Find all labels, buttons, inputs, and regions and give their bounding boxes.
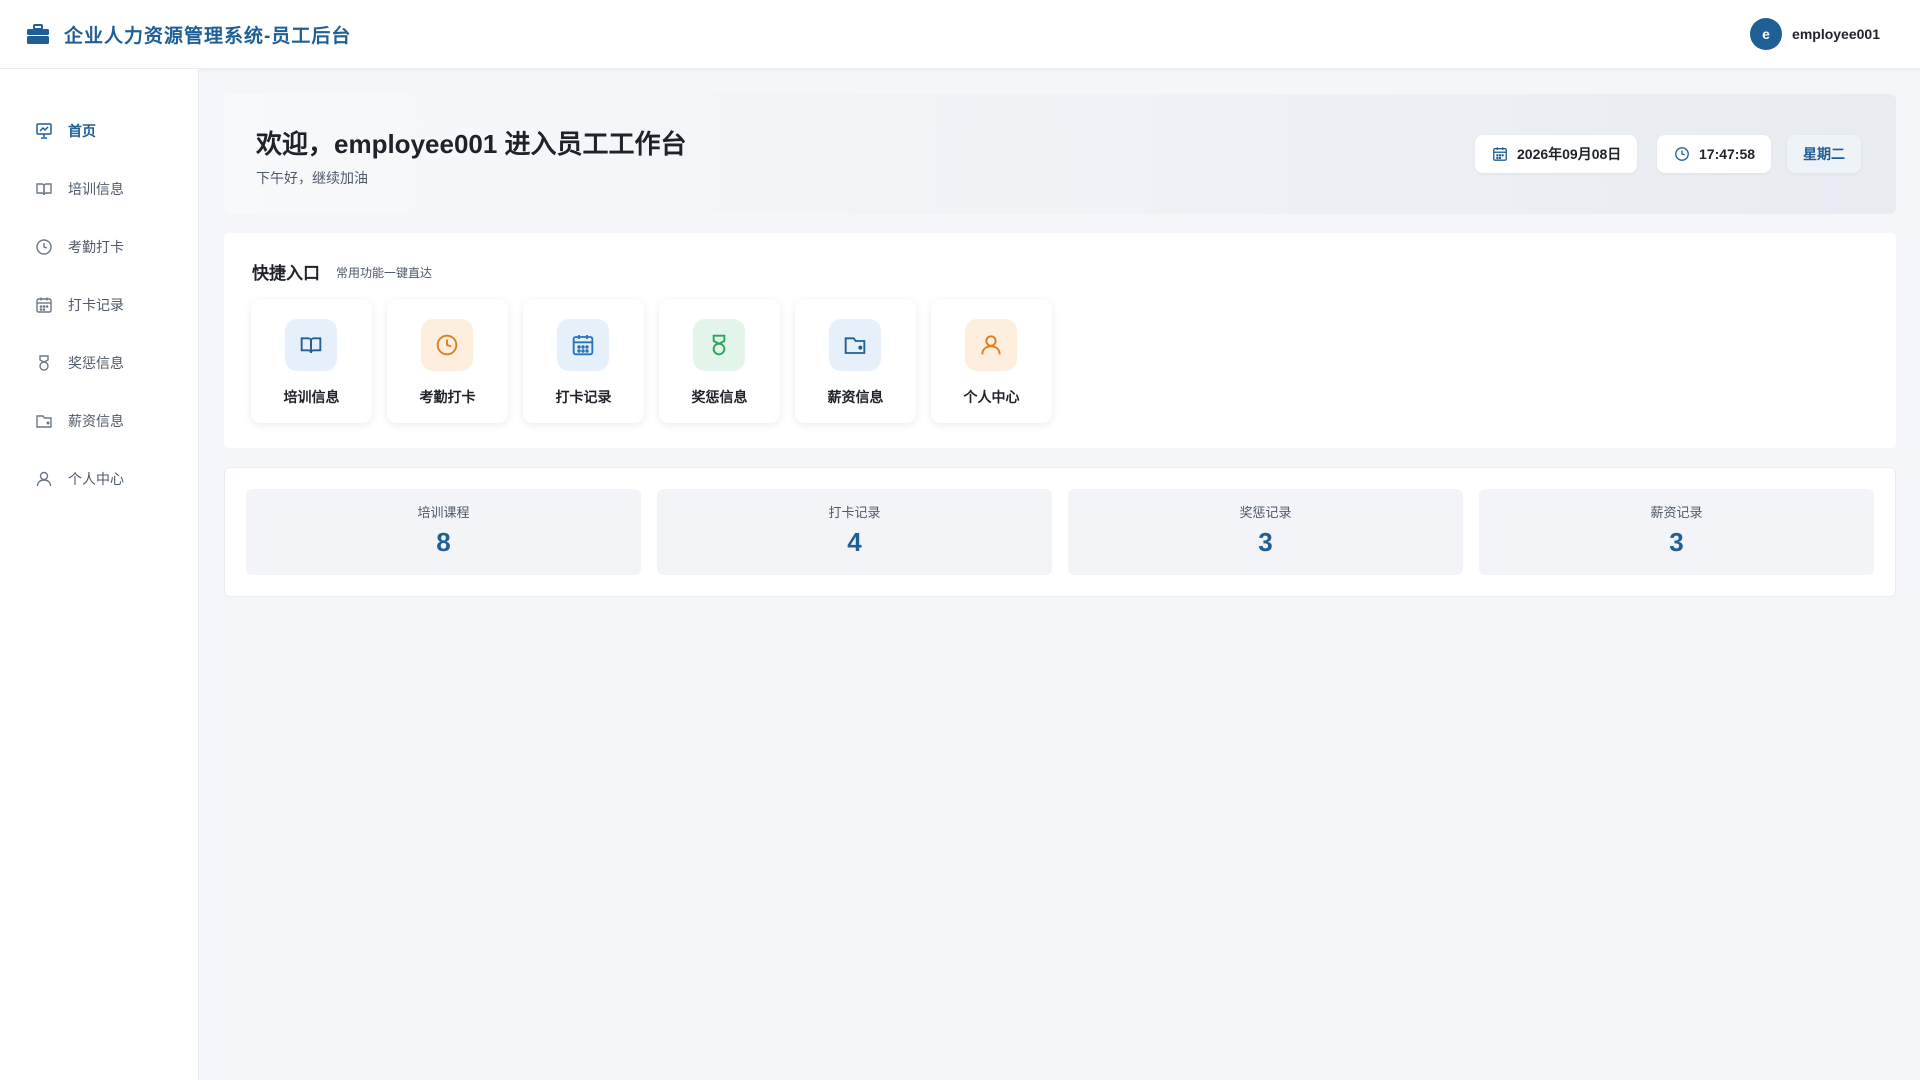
sidebar-item-records[interactable]: 打卡记录 — [34, 290, 124, 320]
quick-item-label: 打卡记录 — [555, 389, 612, 405]
sidebar-item-label: 个人中心 — [68, 471, 124, 487]
sidebar-item-label: 薪资信息 — [68, 413, 124, 429]
sidebar-item-home[interactable]: 首页 — [34, 116, 96, 146]
stat-label: 薪资记录 — [1650, 505, 1703, 520]
welcome-title: 欢迎，employee001 进入员工工作台 — [256, 129, 687, 159]
medal-icon — [693, 319, 745, 371]
quick-item-label: 个人中心 — [963, 389, 1020, 405]
stats-panel: 培训课程 8 打卡记录 4 奖惩记录 3 薪资记录 3 — [224, 467, 1896, 597]
user-icon — [34, 469, 54, 489]
time-chip: 17:47:58 — [1657, 135, 1772, 173]
quick-item-label: 薪资信息 — [827, 389, 884, 405]
sidebar-item-label: 考勤打卡 — [68, 239, 124, 255]
calendar-icon — [1491, 145, 1509, 163]
chart-board-icon — [34, 121, 54, 141]
weekday-text: 星期二 — [1803, 146, 1845, 162]
time-text: 17:47:58 — [1699, 146, 1756, 162]
wallet-icon — [829, 319, 881, 371]
sidebar: 首页 培训信息 考勤打卡 打卡记录 奖惩信息 薪资信息 个人中心 — [0, 69, 199, 1080]
stat-card-training: 培训课程 8 — [246, 489, 641, 575]
book-icon — [34, 179, 54, 199]
quick-item-records[interactable]: 打卡记录 — [523, 299, 644, 423]
quick-entry-panel: 快捷入口 常用功能一键直达 培训信息 考勤打卡 打卡记录 奖惩信息 薪资信息 个… — [224, 233, 1896, 448]
quick-item-label: 培训信息 — [283, 389, 340, 405]
weekday-chip: 星期二 — [1787, 135, 1861, 173]
quick-item-rewards[interactable]: 奖惩信息 — [659, 299, 780, 423]
clock-icon — [34, 237, 54, 257]
stat-value: 3 — [1258, 527, 1273, 557]
sidebar-item-label: 打卡记录 — [68, 297, 124, 313]
sidebar-item-label: 奖惩信息 — [68, 355, 124, 371]
user-menu[interactable]: e employee001 — [1750, 18, 1880, 50]
sidebar-item-training[interactable]: 培训信息 — [34, 174, 124, 204]
calendar-icon — [34, 295, 54, 315]
sidebar-item-rewards[interactable]: 奖惩信息 — [34, 348, 124, 378]
stat-card-rewards: 奖惩记录 3 — [1068, 489, 1463, 575]
clock-icon — [1673, 145, 1691, 163]
stat-label: 奖惩记录 — [1239, 505, 1292, 520]
sidebar-item-label: 首页 — [68, 123, 96, 139]
quick-item-attendance[interactable]: 考勤打卡 — [387, 299, 508, 423]
calendar-icon — [557, 319, 609, 371]
stat-label: 打卡记录 — [828, 505, 881, 520]
clock-icon — [421, 319, 473, 371]
quick-entry-subtitle: 常用功能一键直达 — [336, 266, 433, 280]
stat-value: 4 — [847, 527, 862, 557]
quick-item-label: 奖惩信息 — [691, 389, 748, 405]
quick-item-training[interactable]: 培训信息 — [251, 299, 372, 423]
sidebar-item-profile[interactable]: 个人中心 — [34, 464, 124, 494]
date-chip: 2026年09月08日 — [1475, 135, 1638, 173]
sidebar-item-attendance[interactable]: 考勤打卡 — [34, 232, 124, 262]
sidebar-item-salary[interactable]: 薪资信息 — [34, 406, 124, 436]
stat-value: 8 — [436, 527, 451, 557]
user-icon — [965, 319, 1017, 371]
username: employee001 — [1792, 26, 1880, 42]
quick-item-salary[interactable]: 薪资信息 — [795, 299, 916, 423]
welcome-subtitle: 下午好，继续加油 — [256, 170, 368, 186]
book-icon — [285, 319, 337, 371]
quick-item-label: 考勤打卡 — [419, 389, 476, 405]
briefcase-icon — [26, 22, 50, 46]
quick-entry-title: 快捷入口 — [252, 264, 320, 283]
wallet-icon — [34, 411, 54, 431]
stat-label: 培训课程 — [417, 505, 470, 520]
brand[interactable]: 企业人力资源管理系统-员工后台 — [26, 21, 351, 48]
avatar: e — [1750, 18, 1783, 50]
app-title: 企业人力资源管理系统-员工后台 — [64, 25, 352, 47]
sidebar-item-label: 培训信息 — [68, 181, 124, 197]
medal-icon — [34, 353, 54, 373]
stat-card-salary: 薪资记录 3 — [1479, 489, 1874, 575]
quick-item-profile[interactable]: 个人中心 — [931, 299, 1052, 423]
welcome-banner: 欢迎，employee001 进入员工工作台 下午好，继续加油 2026年09月… — [224, 94, 1896, 214]
stat-card-records: 打卡记录 4 — [657, 489, 1052, 575]
stat-value: 3 — [1669, 527, 1684, 557]
date-text: 2026年09月08日 — [1517, 146, 1622, 162]
top-bar: 企业人力资源管理系统-员工后台 e employee001 — [0, 0, 1920, 69]
